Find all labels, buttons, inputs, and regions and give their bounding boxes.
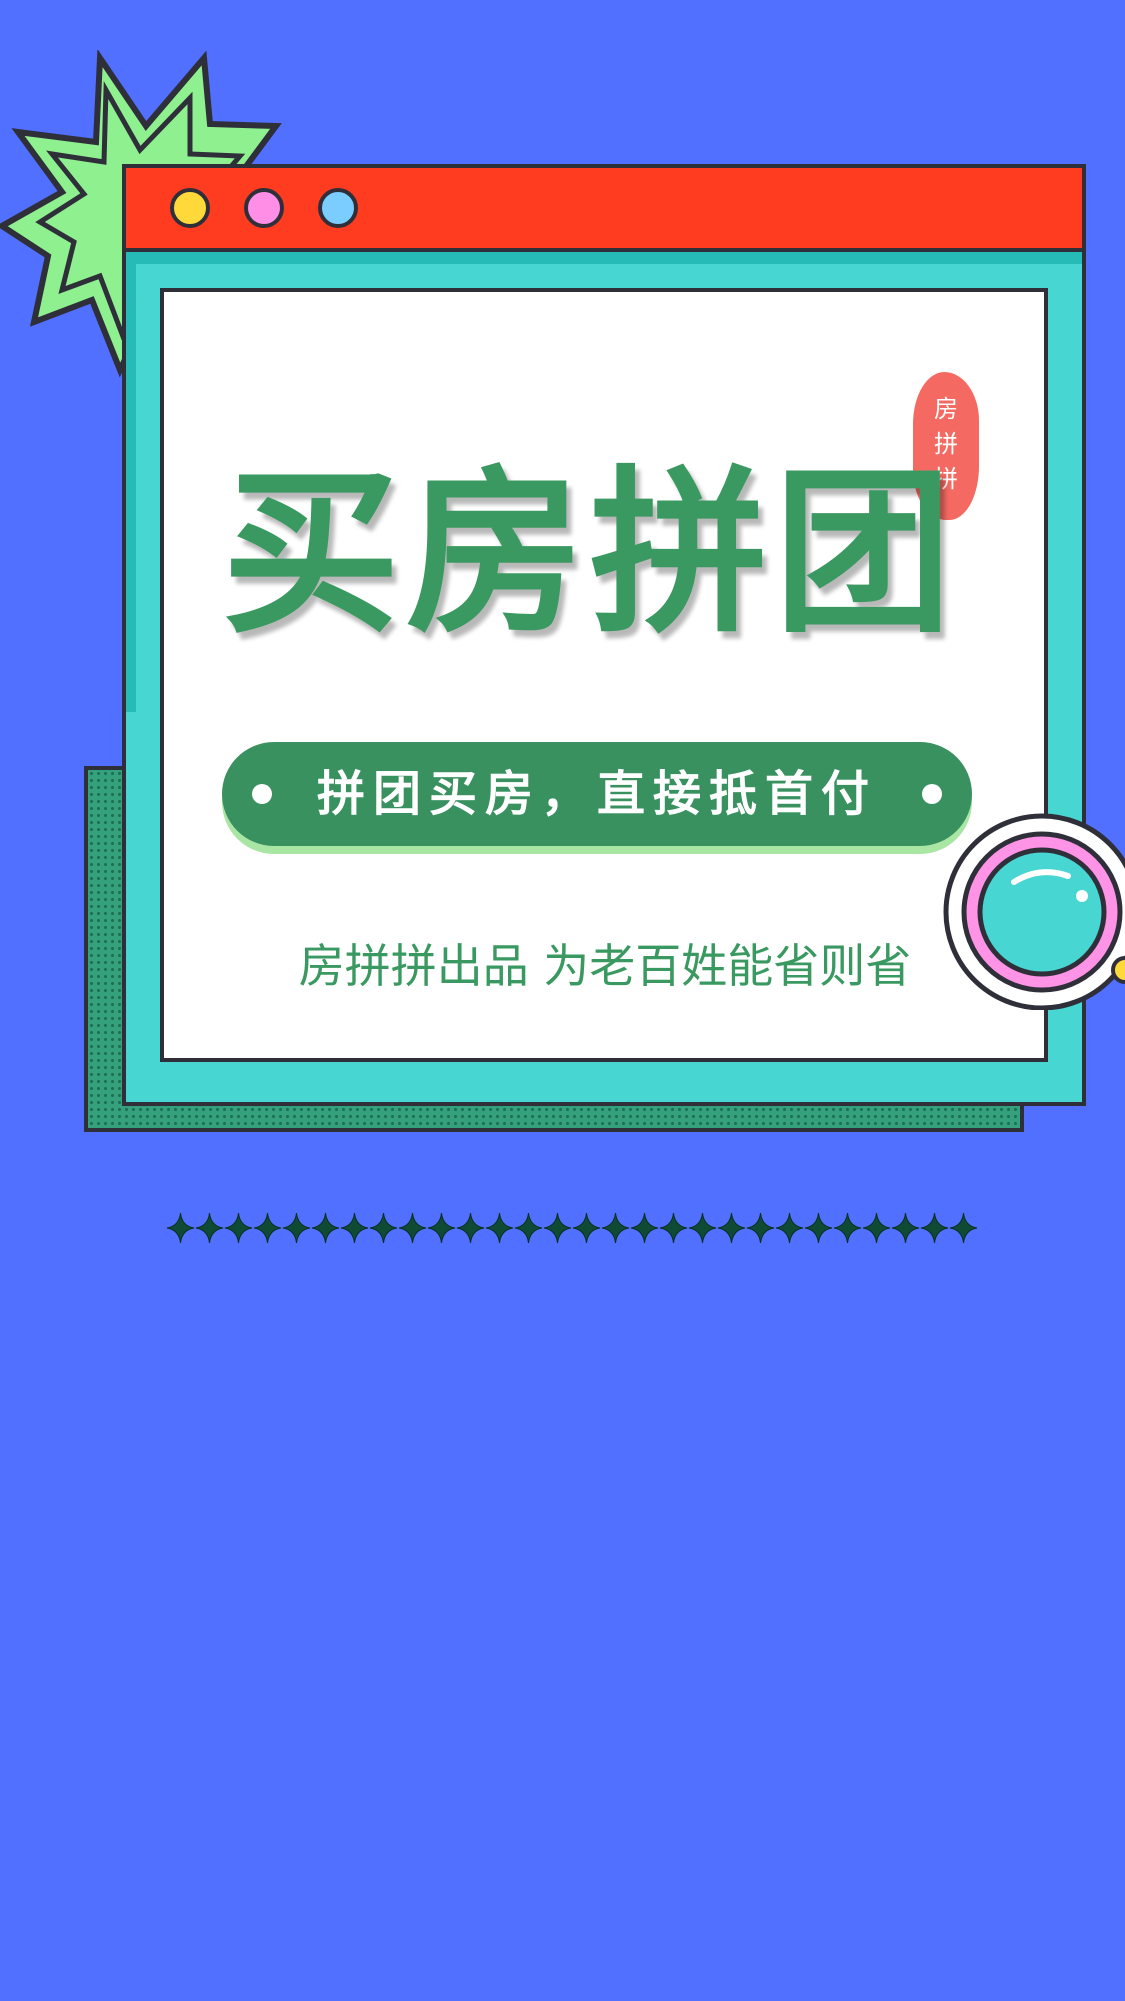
tagline-pill: 拼团买房，直接抵首付	[222, 742, 972, 846]
slogan-text: 房拼拼出品 为老百姓能省则省	[298, 939, 912, 993]
diamond-icon	[427, 1212, 456, 1244]
diamond-icon	[659, 1212, 688, 1244]
diamond-icon	[717, 1212, 746, 1244]
diamond-divider	[166, 1212, 978, 1244]
tagline-text: 拼团买房，直接抵首付	[316, 766, 877, 822]
pink-dot[interactable]	[244, 188, 284, 228]
bullet-dot	[922, 784, 942, 804]
diamond-icon	[369, 1212, 398, 1244]
diamond-icon	[891, 1212, 920, 1244]
magnifier-icon	[943, 813, 1125, 1010]
diamond-icon	[833, 1212, 862, 1244]
diamond-icon	[920, 1212, 949, 1244]
poster-title: 买房拼团	[222, 448, 958, 657]
window-inner-edge	[126, 252, 136, 712]
diamond-icon	[398, 1212, 427, 1244]
diamond-icon	[543, 1212, 572, 1244]
diamond-icon	[601, 1212, 630, 1244]
diamond-icon	[282, 1212, 311, 1244]
diamond-icon	[166, 1212, 195, 1244]
diamond-icon	[224, 1212, 253, 1244]
window-titlebar	[126, 168, 1082, 252]
diamond-icon	[688, 1212, 717, 1244]
diamond-icon	[456, 1212, 485, 1244]
diamond-icon	[572, 1212, 601, 1244]
diamond-icon	[746, 1212, 775, 1244]
diamond-icon	[340, 1212, 369, 1244]
window-inner-strip	[126, 252, 1082, 264]
diamond-icon	[804, 1212, 833, 1244]
diamond-icon	[775, 1212, 804, 1244]
bullet-dot	[252, 784, 272, 804]
diamond-icon	[195, 1212, 224, 1244]
diamond-icon	[514, 1212, 543, 1244]
blue-dot[interactable]	[318, 188, 358, 228]
diamond-icon	[630, 1212, 659, 1244]
diamond-icon	[253, 1212, 282, 1244]
diamond-icon	[949, 1212, 978, 1244]
diamond-icon	[311, 1212, 340, 1244]
diamond-icon	[485, 1212, 514, 1244]
yellow-dot[interactable]	[170, 188, 210, 228]
diamond-icon	[862, 1212, 891, 1244]
seal-char: 房	[934, 395, 958, 423]
